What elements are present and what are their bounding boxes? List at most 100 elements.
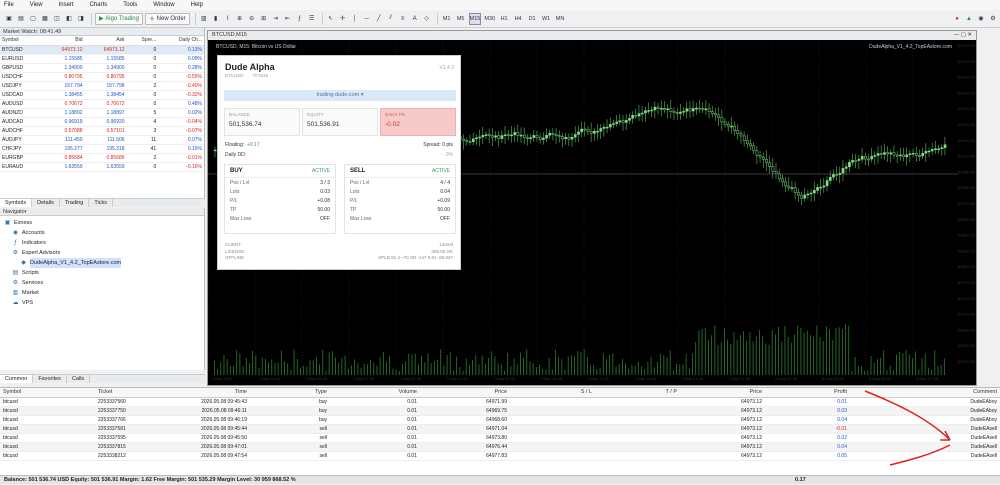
trade-header-0[interactable]: Symbol [0, 388, 95, 398]
profiles-icon[interactable]: ▤ [16, 13, 26, 25]
trade-header-3[interactable]: Type [250, 388, 330, 398]
tab-favorites[interactable]: Favorites [33, 375, 67, 383]
menu-charts[interactable]: Charts [90, 2, 108, 8]
save-icon[interactable]: ▦ [40, 13, 50, 25]
mw-header-1[interactable]: Bid [42, 36, 85, 46]
tab-common[interactable]: Common [0, 375, 34, 383]
fibo-icon[interactable]: ≡ [398, 13, 408, 25]
strategy-tester-icon[interactable]: ◨ [76, 13, 86, 25]
candle-chart-icon[interactable]: ▮ [211, 13, 221, 25]
menu-help[interactable]: Help [191, 2, 203, 8]
mw-row[interactable]: USDCAD 1.38455 1.38454 0 -0.32% [0, 90, 204, 100]
tab-ticks[interactable]: Ticks [89, 199, 113, 207]
navigator-item[interactable]: ☁ VPS [0, 298, 204, 308]
ea-subtitle: BTCUSD · TF:M15 [225, 73, 269, 78]
settings-icon[interactable]: ⚙ [988, 13, 998, 25]
menu-view[interactable]: View [30, 2, 43, 8]
indicators-icon[interactable]: ƒ [295, 13, 305, 25]
tab-symbols[interactable]: Symbols [0, 199, 33, 207]
open-icon[interactable]: ▢ [28, 13, 38, 25]
trade-header-2[interactable]: Time [155, 388, 250, 398]
mw-header-0[interactable]: Symbol [0, 36, 43, 46]
mw-row[interactable]: EURGBP 0.85684 0.85686 2 -0.01% [0, 153, 204, 163]
navigator-item[interactable]: ▤ Scripts [0, 268, 204, 278]
timeframe-m30[interactable]: M30 [483, 13, 496, 25]
navigator-item[interactable]: ▥ Market [0, 288, 204, 298]
mw-row[interactable]: EURAUD 1.63559 1.63559 0 -0.16% [0, 162, 204, 172]
cursor-icon[interactable]: ↖ [326, 13, 336, 25]
tab-calls[interactable]: Calls [67, 375, 91, 383]
mw-row[interactable]: AUDJPY 111.450 111.506 11 0.07% [0, 135, 204, 145]
zoom-in-icon[interactable]: ⊕ [235, 13, 245, 25]
mw-row[interactable]: AUDNZD 1.18892 1.18897 5 0.02% [0, 108, 204, 118]
mw-row[interactable]: BTCUSD 64973.12 64973.12 0 0.13% [0, 45, 204, 55]
timeframe-m15[interactable]: M15 [468, 12, 482, 25]
alert-icon[interactable]: ● [952, 13, 962, 25]
trade-header-7[interactable]: T / P [595, 388, 680, 398]
navigator-item[interactable]: ▣ Exness [0, 218, 204, 228]
navigator-icon[interactable]: ◧ [64, 13, 74, 25]
mw-header-4[interactable]: Daily Ch... [158, 36, 204, 46]
navigator-item[interactable]: ⚙ Expert Advisors [0, 248, 204, 258]
tile-icon[interactable]: ⊞ [259, 13, 269, 25]
trade-header-5[interactable]: Price [420, 388, 510, 398]
zoom-out-icon[interactable]: ⊖ [247, 13, 257, 25]
navigator-item[interactable]: ⚙ Services [0, 278, 204, 288]
shapes-icon[interactable]: ◇ [422, 13, 432, 25]
tab-trading[interactable]: Trading [60, 199, 90, 207]
mw-row[interactable]: USDJPY 157.794 157.798 2 -0.40% [0, 81, 204, 91]
volume-bar [838, 327, 840, 375]
new-order-button[interactable]: ＋ New Order [144, 12, 190, 25]
sell-row-value: OFF [440, 215, 450, 222]
trade-symbol: btcusd [0, 424, 95, 434]
channel-icon[interactable]: ⫽ [386, 13, 396, 25]
trade-header-1[interactable]: Ticket [95, 388, 155, 398]
mw-header-3[interactable]: Spre... [126, 36, 159, 46]
price-tick: 63860.00 [958, 233, 975, 238]
mw-row[interactable]: USDCHF 0.80795 0.80795 0 -0.55% [0, 72, 204, 82]
signal-icon[interactable]: ▲ [964, 13, 974, 25]
timeframe-m1[interactable]: M1 [441, 13, 453, 25]
trade-header-8[interactable]: Price [680, 388, 765, 398]
new-chart-icon[interactable]: ▣ [4, 13, 14, 25]
mw-row[interactable]: CHFJPY 195.277 195.318 41 0.15% [0, 144, 204, 154]
trade-header-4[interactable]: Volume [330, 388, 420, 398]
timeframe-w1[interactable]: W1 [540, 13, 552, 25]
trade-header-9[interactable]: Profit [765, 388, 850, 398]
trade-header-6[interactable]: S / L [510, 388, 595, 398]
tab-details[interactable]: Details [32, 199, 60, 207]
mw-row[interactable]: AUDUSD 0.70672 0.70672 0 0.48% [0, 99, 204, 109]
shift-icon[interactable]: ⇤ [283, 13, 293, 25]
template-icon[interactable]: ☰ [307, 13, 317, 25]
market-icon[interactable]: ◫ [52, 13, 62, 25]
timeframe-h4[interactable]: H4 [512, 13, 524, 25]
menu-file[interactable]: File [4, 2, 14, 8]
navigator-item[interactable]: ◉ Accounts [0, 228, 204, 238]
timeframe-d1[interactable]: D1 [526, 13, 538, 25]
text-tool-icon[interactable]: A [410, 13, 420, 25]
ea-website-banner[interactable]: trading-dude.com ▾ [224, 90, 456, 101]
menu-tools[interactable]: Tools [123, 2, 137, 8]
navigator-item[interactable]: ◆ DudeAlpha_V1_4.2_TopEAstore.com [0, 258, 204, 268]
crosshair-icon[interactable]: ✛ [338, 13, 348, 25]
mw-row[interactable]: AUDCHF 0.57088 0.57101 3 -0.07% [0, 126, 204, 136]
menu-window[interactable]: Window [153, 2, 174, 8]
algo-trading-button[interactable]: ▶ Algo Trading [95, 12, 143, 25]
line-chart-icon[interactable]: ⌇ [223, 13, 233, 25]
trendline-icon[interactable]: ╱ [374, 13, 384, 25]
navigator-item[interactable]: ƒ Indicators [0, 238, 204, 248]
mw-row[interactable]: AUDCAD 0.96919 0.96920 4 -0.04% [0, 117, 204, 127]
mw-row[interactable]: EURUSD 1.15585 1.15585 0 0.09% [0, 54, 204, 64]
timeframe-m5[interactable]: M5 [455, 13, 467, 25]
timeframe-mn[interactable]: MN [554, 13, 566, 25]
vertical-line-icon[interactable]: │ [350, 13, 360, 25]
account-icon[interactable]: ◉ [976, 13, 986, 25]
timeframe-h1[interactable]: H1 [498, 13, 510, 25]
horizontal-line-icon[interactable]: ─ [362, 13, 372, 25]
time-tick: 8 May 03:45 [822, 376, 845, 381]
autoscroll-icon[interactable]: ⇥ [271, 13, 281, 25]
mw-header-2[interactable]: Ask [84, 36, 127, 46]
mw-row[interactable]: GBPUSD 1.34900 1.34900 0 0.28% [0, 63, 204, 73]
bar-chart-icon[interactable]: ▥ [199, 13, 209, 25]
menu-insert[interactable]: Insert [59, 2, 74, 8]
